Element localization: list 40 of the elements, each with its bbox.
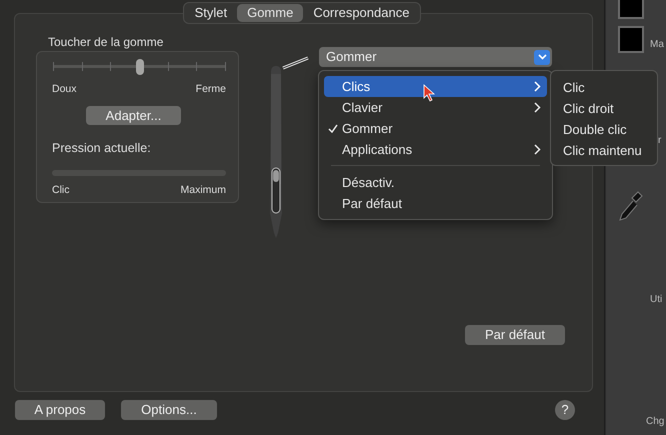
tab[interactable]: Correspondance xyxy=(303,4,420,22)
pressure-label: Pression actuelle: xyxy=(52,140,152,157)
tab[interactable]: Stylet xyxy=(184,4,238,22)
window-label: Uti xyxy=(650,293,662,307)
color-swatch xyxy=(618,0,644,19)
menu-item[interactable]: Clic maintenu xyxy=(555,139,653,160)
footer-button[interactable]: A propos xyxy=(15,400,105,420)
color-swatch xyxy=(618,26,644,53)
menu-item[interactable]: Désactiv. xyxy=(324,172,547,193)
slider-thumb[interactable] xyxy=(136,59,144,75)
menu-item[interactable]: Double clic xyxy=(555,118,653,139)
window-label: Ma xyxy=(650,38,664,52)
adapt-button[interactable]: Adapter... xyxy=(86,106,181,125)
chevron-icon xyxy=(534,50,550,64)
menu-item[interactable]: Clic xyxy=(555,76,653,97)
tab[interactable]: Gomme xyxy=(237,4,304,22)
slider-max-label: Ferme xyxy=(196,82,226,97)
menu-item[interactable]: Par défaut xyxy=(324,193,547,214)
eyedropper-icon xyxy=(616,190,644,222)
menu-item[interactable]: Applications xyxy=(324,139,547,160)
chevron-icon xyxy=(534,144,541,155)
firmness-slider[interactable] xyxy=(53,60,226,72)
checkmark-icon xyxy=(328,124,338,133)
cursor-icon xyxy=(423,84,435,102)
default-button[interactable]: Par défaut xyxy=(465,325,565,345)
slider-min-label: Doux xyxy=(52,82,77,97)
meter-max-label: Maximum xyxy=(180,182,226,198)
menu-item[interactable]: Gommer xyxy=(324,118,547,139)
chevron-icon xyxy=(534,102,541,113)
menu-item[interactable]: Clic droit xyxy=(555,97,653,118)
window-label: r xyxy=(658,134,662,148)
function-dropdown[interactable]: Gommer xyxy=(319,47,552,67)
group-title: Toucher de la gomme xyxy=(47,36,164,51)
menu-item[interactable]: Clics xyxy=(324,76,547,97)
chevron-icon xyxy=(534,81,541,92)
help-button[interactable]: ? xyxy=(555,400,575,420)
window-label: Chg xyxy=(646,415,664,429)
menu-item[interactable]: Clavier xyxy=(324,97,547,118)
meter-min-label: Clic xyxy=(52,182,70,198)
footer-button[interactable]: Options... xyxy=(121,400,217,420)
